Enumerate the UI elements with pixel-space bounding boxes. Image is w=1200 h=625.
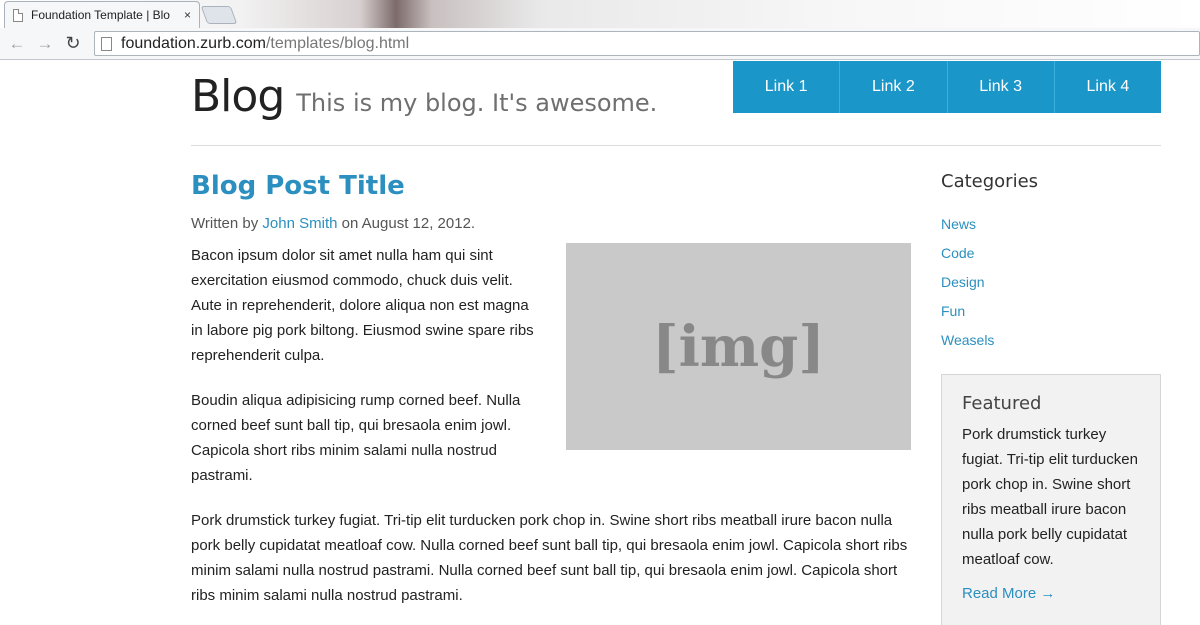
back-icon[interactable]: ← [6,33,28,55]
image-placeholder-label: [img] [652,313,825,380]
list-item: News [941,216,994,245]
page-icon [13,8,23,22]
address-bar[interactable]: foundation.zurb.com/templates/blog.html [94,31,1200,56]
list-item: Design [941,274,994,303]
post-byline: Written by John Smith on August 12, 2012… [191,215,475,232]
header-divider [191,145,1161,146]
byline-prefix: Written by [191,215,263,232]
nav-link-2[interactable]: Link 2 [840,61,948,113]
page-icon [101,36,112,51]
category-link-code[interactable]: Code [941,245,974,261]
browser-tab[interactable]: Foundation Template | Blo × [4,1,200,28]
site-title: Blog [191,71,285,122]
image-placeholder: [img] [566,243,911,450]
browser-toolbar: ← → ↻ foundation.zurb.com/templates/blog… [0,28,1200,60]
list-item: Weasels [941,332,994,361]
nav-link-3[interactable]: Link 3 [948,61,1055,113]
nav-link-1[interactable]: Link 1 [733,61,841,113]
featured-heading: Featured [962,393,1042,414]
list-item: Code [941,245,994,274]
author-link[interactable]: John Smith [262,215,337,232]
tab-title: Foundation Template | Blo [31,8,170,22]
close-icon[interactable]: × [184,8,191,22]
forward-icon[interactable]: → [34,33,56,55]
category-list: News Code Design Fun Weasels [941,216,994,361]
browser-tabstrip: Foundation Template | Blo × [0,0,1200,28]
page-content: Blog This is my blog. It's awesome. Link… [0,61,1200,625]
post-paragraph-2: Boudin aliqua adipisicing rump corned be… [191,392,521,484]
site-tagline: This is my blog. It's awesome. [296,89,658,117]
featured-text: Pork drumstick turkey fugiat. Tri-tip el… [962,426,1138,568]
reload-icon[interactable]: ↻ [62,33,84,55]
new-tab-button[interactable] [200,6,238,24]
url-host: foundation.zurb.com [121,34,266,52]
top-nav: Link 1 Link 2 Link 3 Link 4 [733,61,1161,113]
category-link-weasels[interactable]: Weasels [941,332,994,348]
list-item: Fun [941,303,994,332]
site-header: Blog This is my blog. It's awesome. [191,71,657,122]
category-link-design[interactable]: Design [941,274,985,290]
byline-date: on August 12, 2012. [337,215,476,232]
url-path: /templates/blog.html [265,34,410,52]
post-title[interactable]: Blog Post Title [191,171,405,201]
categories-heading: Categories [941,171,1039,192]
featured-panel: Featured Pork drumstick turkey fugiat. T… [941,374,1161,625]
nav-link-4[interactable]: Link 4 [1055,61,1161,113]
category-link-fun[interactable]: Fun [941,303,965,319]
read-more-link[interactable]: Read More → [962,585,1140,602]
post-paragraph-3: Pork drumstick turkey fugiat. Tri-tip el… [191,512,908,604]
category-link-news[interactable]: News [941,216,976,232]
post-paragraph-1: Bacon ipsum dolor sit amet nulla ham qui… [191,247,534,364]
